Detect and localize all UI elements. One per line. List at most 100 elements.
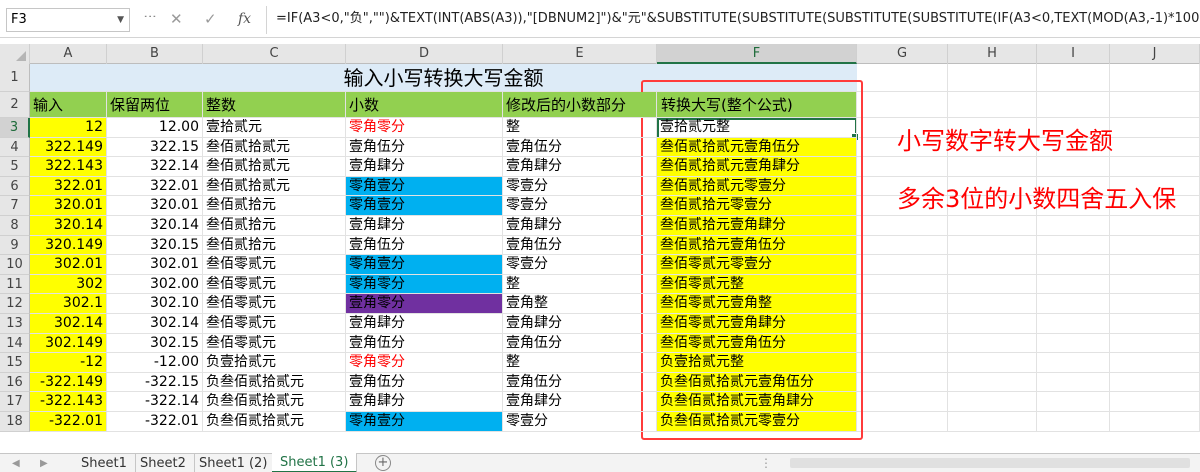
cell-a4[interactable]: 322.149 bbox=[30, 137, 107, 158]
cell-e6[interactable]: 零壹分 bbox=[503, 176, 657, 197]
cell-e13[interactable]: 壹角肆分 bbox=[503, 314, 657, 334]
cell-b16[interactable]: -322.15 bbox=[107, 372, 203, 393]
cell-f18[interactable]: 负叁佰贰拾贰元零壹分 bbox=[657, 412, 857, 432]
empty-cell[interactable] bbox=[857, 314, 948, 334]
cell-e11[interactable]: 整 bbox=[503, 274, 657, 295]
cell-c3[interactable]: 壹拾贰元 bbox=[203, 118, 346, 138]
cell-b5[interactable]: 322.14 bbox=[107, 157, 203, 177]
cell-f13[interactable]: 叁佰零贰元壹角肆分 bbox=[657, 314, 857, 334]
cell-a3[interactable]: 12 bbox=[30, 118, 107, 138]
empty-cell[interactable] bbox=[1110, 255, 1200, 275]
header-cell[interactable]: 输入 bbox=[30, 92, 107, 118]
row-header[interactable]: 17 bbox=[0, 392, 30, 412]
scroll-left-icon[interactable]: ◀ bbox=[12, 454, 20, 472]
enter-icon[interactable]: ✓ bbox=[204, 10, 217, 28]
cell-c7[interactable]: 叁佰贰拾元 bbox=[203, 196, 346, 216]
cell-c16[interactable]: 负叁佰贰拾贰元 bbox=[203, 372, 346, 393]
header-cell[interactable]: 整数 bbox=[203, 92, 346, 118]
cell-b9[interactable]: 320.15 bbox=[107, 235, 203, 256]
cell-d16[interactable]: 壹角伍分 bbox=[346, 372, 503, 393]
cell-c13[interactable]: 叁佰零贰元 bbox=[203, 314, 346, 334]
column-header-e[interactable]: E bbox=[503, 44, 657, 64]
empty-cell[interactable] bbox=[948, 235, 1037, 256]
insert-function-icon[interactable]: fx bbox=[238, 10, 251, 28]
cell-c11[interactable]: 叁佰零贰元 bbox=[203, 274, 346, 295]
cell-f16[interactable]: 负叁佰贰拾贰元壹角伍分 bbox=[657, 372, 857, 393]
column-header-g[interactable]: G bbox=[857, 44, 948, 64]
empty-cell[interactable] bbox=[1037, 157, 1110, 177]
cell-c14[interactable]: 叁佰零贰元 bbox=[203, 333, 346, 354]
cell-b11[interactable]: 302.00 bbox=[107, 274, 203, 295]
cell-f5[interactable]: 叁佰贰拾贰元壹角肆分 bbox=[657, 157, 857, 177]
empty-cell[interactable] bbox=[1037, 372, 1110, 393]
cell-c18[interactable]: 负叁佰贰拾贰元 bbox=[203, 412, 346, 432]
empty-cell[interactable] bbox=[857, 333, 948, 354]
empty-cell[interactable] bbox=[1037, 235, 1110, 256]
header-cell[interactable]: 小数 bbox=[346, 92, 503, 118]
cell-b6[interactable]: 322.01 bbox=[107, 176, 203, 197]
cell-e9[interactable]: 壹角伍分 bbox=[503, 235, 657, 256]
cell-c6[interactable]: 叁佰贰拾贰元 bbox=[203, 176, 346, 197]
cell-e16[interactable]: 壹角伍分 bbox=[503, 372, 657, 393]
cell-d5[interactable]: 壹角肆分 bbox=[346, 157, 503, 177]
row-header[interactable]: 4 bbox=[0, 137, 30, 158]
cell-f12[interactable]: 叁佰零贰元壹角整 bbox=[657, 294, 857, 314]
row-header[interactable]: 11 bbox=[0, 274, 30, 295]
row-header[interactable]: 1 bbox=[0, 64, 30, 92]
empty-cell[interactable] bbox=[948, 255, 1037, 275]
column-header-f[interactable]: F bbox=[657, 44, 857, 64]
empty-cell[interactable] bbox=[948, 314, 1037, 334]
tab-sheet1-3[interactable]: Sheet1 (3) bbox=[272, 453, 358, 472]
empty-cell[interactable] bbox=[1037, 353, 1110, 373]
cell-e3[interactable]: 整 bbox=[503, 118, 657, 138]
name-box[interactable]: F3 ▼ bbox=[6, 8, 130, 32]
cell-d6[interactable]: 零角壹分 bbox=[346, 176, 503, 197]
row-header[interactable]: 15 bbox=[0, 353, 30, 373]
cell-f14[interactable]: 叁佰零贰元壹角伍分 bbox=[657, 333, 857, 354]
cell-f8[interactable]: 叁佰贰拾元壹角肆分 bbox=[657, 216, 857, 236]
cell-d7[interactable]: 零角壹分 bbox=[346, 196, 503, 216]
empty-cell[interactable] bbox=[1037, 314, 1110, 334]
empty-cell[interactable] bbox=[857, 353, 948, 373]
empty-cell[interactable] bbox=[857, 64, 948, 92]
cell-a8[interactable]: 320.14 bbox=[30, 216, 107, 236]
header-cell[interactable]: 转换大写(整个公式) bbox=[657, 92, 857, 118]
cell-f10[interactable]: 叁佰零贰元零壹分 bbox=[657, 255, 857, 275]
cell-a6[interactable]: 322.01 bbox=[30, 176, 107, 197]
row-header[interactable]: 12 bbox=[0, 294, 30, 314]
empty-cell[interactable] bbox=[1110, 372, 1200, 393]
empty-cell[interactable] bbox=[1110, 235, 1200, 256]
cell-b8[interactable]: 320.14 bbox=[107, 216, 203, 236]
cell-d13[interactable]: 壹角肆分 bbox=[346, 314, 503, 334]
cell-c4[interactable]: 叁佰贰拾贰元 bbox=[203, 137, 346, 158]
name-box-dropdown-icon[interactable]: ▼ bbox=[117, 9, 124, 31]
row-header[interactable]: 13 bbox=[0, 314, 30, 334]
cell-a11[interactable]: 302 bbox=[30, 274, 107, 295]
cell-d4[interactable]: 壹角伍分 bbox=[346, 137, 503, 158]
cell-d12[interactable]: 壹角零分 bbox=[346, 294, 503, 314]
cell-f6[interactable]: 叁佰贰拾贰元零壹分 bbox=[657, 176, 857, 197]
empty-cell[interactable] bbox=[1110, 157, 1200, 177]
cell-c10[interactable]: 叁佰零贰元 bbox=[203, 255, 346, 275]
column-header-j[interactable]: J bbox=[1110, 44, 1200, 64]
sheet-title[interactable]: 输入小写转换大写金额 bbox=[30, 64, 857, 92]
column-header-c[interactable]: C bbox=[203, 44, 346, 64]
cell-d9[interactable]: 壹角伍分 bbox=[346, 235, 503, 256]
empty-cell[interactable] bbox=[1037, 274, 1110, 295]
empty-cell[interactable] bbox=[1110, 333, 1200, 354]
cell-d11[interactable]: 零角零分 bbox=[346, 274, 503, 295]
cell-b3[interactable]: 12.00 bbox=[107, 118, 203, 138]
cell-f3[interactable]: 壹拾贰元整 bbox=[657, 118, 857, 138]
cell-b14[interactable]: 302.15 bbox=[107, 333, 203, 354]
select-all-button[interactable] bbox=[0, 44, 30, 64]
cell-b7[interactable]: 320.01 bbox=[107, 196, 203, 216]
cell-c15[interactable]: 负壹拾贰元 bbox=[203, 353, 346, 373]
cell-a9[interactable]: 320.149 bbox=[30, 235, 107, 256]
row-header[interactable]: 7 bbox=[0, 196, 30, 216]
row-header[interactable]: 2 bbox=[0, 92, 30, 118]
cell-b15[interactable]: -12.00 bbox=[107, 353, 203, 373]
row-header[interactable]: 8 bbox=[0, 216, 30, 236]
empty-cell[interactable] bbox=[948, 92, 1037, 118]
empty-cell[interactable] bbox=[948, 412, 1037, 432]
cell-a12[interactable]: 302.1 bbox=[30, 294, 107, 314]
